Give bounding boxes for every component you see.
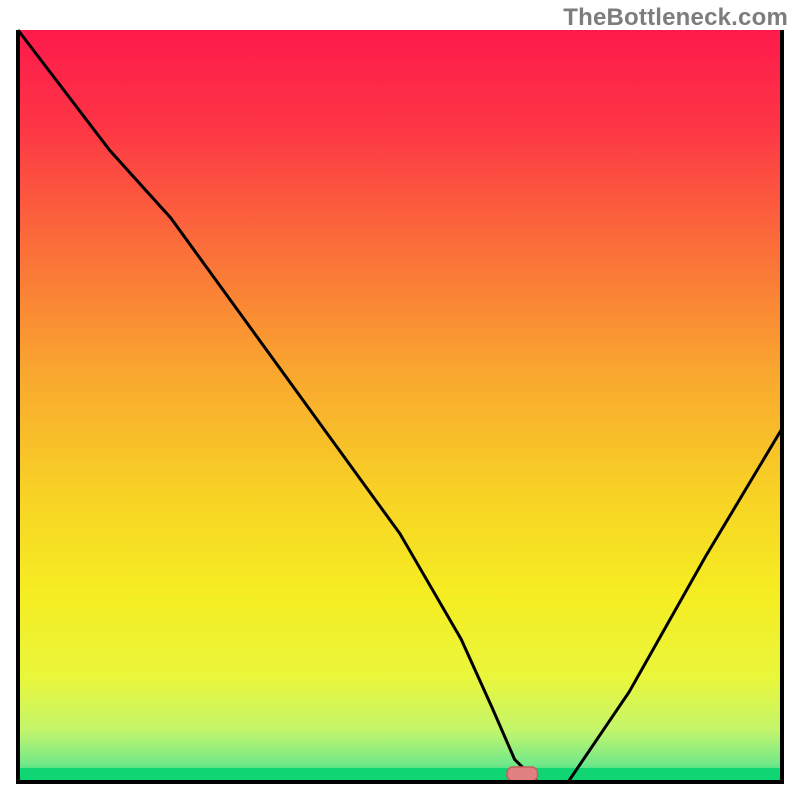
- green-strip: [18, 768, 782, 782]
- bottleneck-chart: [0, 0, 800, 800]
- plot-background: [18, 30, 782, 782]
- optimal-marker: [507, 767, 538, 781]
